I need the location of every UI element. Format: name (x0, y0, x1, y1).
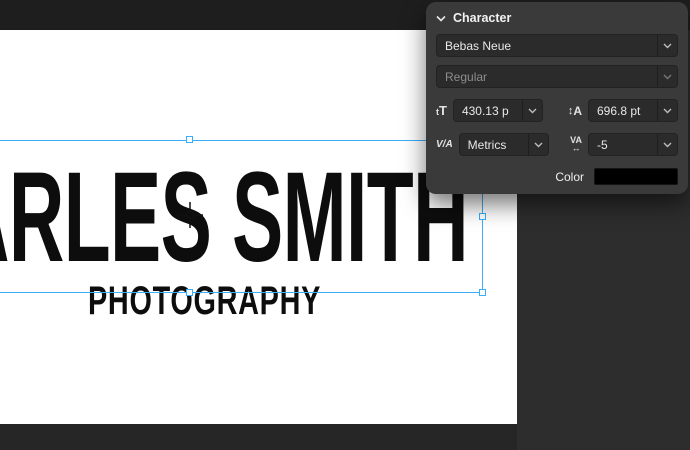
kerning-dropdown[interactable]: Metrics (459, 133, 549, 156)
chevron-down-icon (657, 35, 677, 56)
move-crosshair-cursor-icon (176, 201, 204, 229)
font-family-dropdown[interactable]: Bebas Neue (436, 34, 678, 57)
tracking-value: -5 (589, 138, 657, 152)
font-size-dropdown[interactable]: 430.13 p (453, 99, 543, 122)
leading-value: 696.8 pt (589, 104, 657, 118)
tracking-dropdown[interactable]: -5 (588, 133, 678, 156)
chevron-down-icon (657, 134, 677, 155)
chevron-down-icon (657, 100, 677, 121)
kerning-icon: V/A (436, 140, 453, 150)
font-style-value: Regular (437, 70, 657, 84)
tracking-icon: VA ↔ (570, 136, 582, 153)
text-color-swatch[interactable] (594, 168, 678, 185)
font-size-icon: tT (436, 104, 447, 117)
character-panel-header[interactable]: Character (436, 10, 678, 26)
selection-handle-bottom-middle[interactable] (186, 289, 193, 296)
selection-handle-bottom-right[interactable] (479, 289, 486, 296)
leading-icon: ↕A (568, 105, 582, 117)
character-panel: Character Bebas Neue Regular tT 430.13 p (426, 2, 688, 194)
chevron-down-icon (657, 66, 677, 87)
font-family-value: Bebas Neue (437, 39, 657, 53)
workspace-pasteboard-bottom (0, 424, 517, 450)
color-label: Color (555, 170, 584, 184)
selection-handle-top-middle[interactable] (186, 136, 193, 143)
chevron-down-icon (528, 134, 548, 155)
selection-handle-middle-right[interactable] (479, 213, 486, 220)
font-size-value: 430.13 p (454, 104, 522, 118)
font-style-dropdown[interactable]: Regular (436, 65, 678, 88)
chevron-down-icon (436, 15, 446, 22)
panel-title: Character (453, 11, 511, 25)
kerning-value: Metrics (460, 138, 528, 152)
text-selection-bounding-box[interactable] (0, 140, 483, 293)
chevron-down-icon (522, 100, 542, 121)
leading-dropdown[interactable]: 696.8 pt (588, 99, 678, 122)
